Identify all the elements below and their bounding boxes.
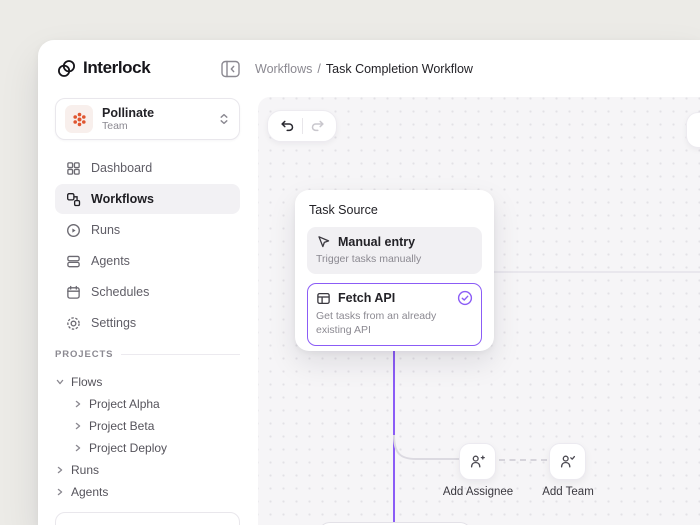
tree-item-flows[interactable]: Flows	[55, 371, 240, 393]
task-source-node[interactable]: Task Source Manual entry Trigger tasks m…	[295, 190, 494, 351]
person-add-icon	[469, 453, 486, 470]
tree-item-runs[interactable]: Runs	[55, 459, 240, 481]
team-selector[interactable]: Pollinate Team	[55, 98, 240, 140]
projects-label: PROJECTS	[55, 349, 113, 360]
sidebar-item-runs[interactable]: Runs	[55, 215, 240, 245]
sidebar-item-label: Settings	[91, 316, 136, 330]
chevron-right-icon[interactable]	[73, 443, 83, 453]
chevron-right-icon[interactable]	[55, 487, 65, 497]
sidebar-item-label: Workflows	[91, 192, 154, 206]
team-avatar	[65, 105, 93, 133]
undo-button[interactable]	[272, 111, 302, 141]
tree-item-label: Runs	[71, 463, 99, 477]
tree-item-label: Project Beta	[89, 419, 154, 433]
sidebar-item-label: Dashboard	[91, 161, 152, 175]
sidebar-bottom-button[interactable]	[55, 512, 240, 525]
projects-heading: PROJECTS	[55, 349, 240, 360]
sidebar-item-label: Runs	[91, 223, 120, 237]
breadcrumb-section[interactable]: Workflows	[255, 62, 312, 76]
redo-icon	[310, 118, 326, 134]
sidebar-item-label: Schedules	[91, 285, 149, 299]
agents-icon	[65, 253, 81, 269]
chevron-down-icon[interactable]	[55, 377, 65, 387]
redo-button[interactable]	[303, 111, 333, 141]
history-toolbar	[267, 110, 337, 142]
tree-item-project-beta[interactable]: Project Beta	[55, 415, 240, 437]
canvas-edge-control[interactable]	[686, 112, 700, 148]
undo-icon	[279, 118, 295, 134]
sidebar-item-label: Agents	[91, 254, 130, 268]
app-title: Interlock	[83, 58, 150, 78]
option-title: Fetch API	[338, 291, 450, 305]
breadcrumb-separator: /	[317, 62, 320, 76]
team-type: Team	[102, 120, 209, 132]
workflow-canvas[interactable]: Task Source Manual entry Trigger tasks m…	[258, 97, 700, 525]
chevron-right-icon[interactable]	[73, 399, 83, 409]
workflow-icon	[65, 191, 81, 207]
play-circle-icon	[65, 222, 81, 238]
tree-item-label: Project Deploy	[89, 441, 167, 455]
gear-icon	[65, 315, 81, 331]
sidebar-item-settings[interactable]: Settings	[55, 308, 240, 338]
sidebar-item-dashboard[interactable]: Dashboard	[55, 153, 240, 183]
node-label-add-team: Add Team	[523, 486, 613, 498]
cursor-icon	[316, 234, 331, 249]
pollinate-flower-icon	[71, 111, 88, 128]
sidebar-item-schedules[interactable]: Schedules	[55, 277, 240, 307]
sidebar-collapse-icon[interactable]	[221, 60, 241, 78]
sidebar-item-agents[interactable]: Agents	[55, 246, 240, 276]
node-title: Task Source	[309, 203, 482, 217]
projects-tree: Flows Project Alpha Project Beta Project…	[55, 371, 240, 503]
dashed-connector	[499, 459, 547, 461]
option-fetch-api[interactable]: Fetch API Get tasks from an already exis…	[307, 283, 482, 345]
chevron-right-icon[interactable]	[73, 421, 83, 431]
breadcrumb: Workflows / Task Completion Workflow	[255, 62, 473, 76]
sidebar-nav: Dashboard Workflows Runs	[55, 153, 240, 339]
tree-item-project-alpha[interactable]: Project Alpha	[55, 393, 240, 415]
breadcrumb-current: Task Completion Workflow	[326, 62, 473, 76]
team-meta: Pollinate Team	[102, 106, 209, 132]
projects-divider	[121, 354, 240, 355]
team-name: Pollinate	[102, 106, 209, 120]
option-manual-entry[interactable]: Manual entry Trigger tasks manually	[307, 227, 482, 274]
grid-icon	[65, 160, 81, 176]
tree-item-agents[interactable]: Agents	[55, 481, 240, 503]
tree-item-project-deploy[interactable]: Project Deploy	[55, 437, 240, 459]
add-team-node[interactable]	[549, 443, 586, 480]
sidebar-item-workflows[interactable]: Workflows	[55, 184, 240, 214]
option-description: Trigger tasks manually	[316, 252, 456, 266]
option-description: Get tasks from an already existing API	[316, 309, 456, 337]
app-window: Interlock Workflows / Task Completion Wo…	[38, 40, 700, 525]
interlock-logo-icon	[57, 59, 76, 78]
canvas-connector-faint	[490, 271, 700, 273]
person-check-icon	[559, 453, 576, 470]
chevron-right-icon[interactable]	[55, 465, 65, 475]
tree-item-label: Agents	[71, 485, 108, 499]
tree-item-label: Flows	[71, 375, 102, 389]
tree-item-label: Project Alpha	[89, 397, 160, 411]
branch-connector	[388, 435, 468, 465]
node-label-add-assignee: Add Assignee	[433, 486, 523, 498]
option-title: Manual entry	[338, 235, 473, 249]
calendar-icon	[65, 284, 81, 300]
check-circle-icon	[457, 290, 473, 306]
chevron-updown-icon	[218, 112, 230, 126]
table-icon	[316, 291, 331, 306]
app-logo: Interlock	[57, 58, 150, 78]
add-assignee-node[interactable]	[459, 443, 496, 480]
